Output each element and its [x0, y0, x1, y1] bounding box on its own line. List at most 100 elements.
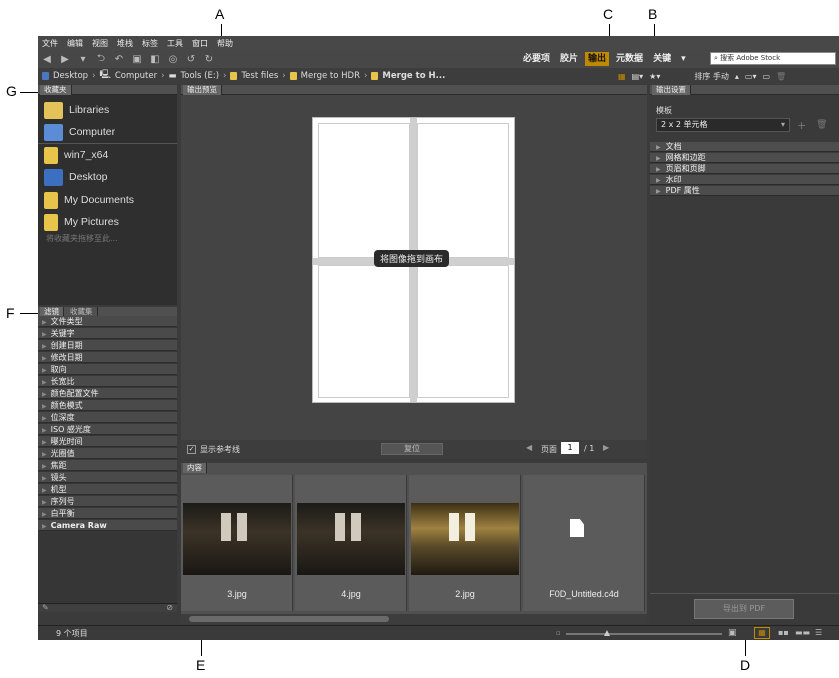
breadcrumb-tools[interactable]: Tools (E:)	[181, 71, 220, 81]
breadcrumb-desktop[interactable]: Desktop	[53, 71, 88, 81]
filter-row[interactable]: ▶ 光圈值	[38, 448, 177, 459]
filter-row[interactable]: ▶ 取向	[38, 364, 177, 375]
breadcrumb-computer[interactable]: Computer	[115, 71, 157, 81]
add-template-icon[interactable]: +	[797, 119, 806, 132]
delete-template-icon[interactable]: 🗑	[816, 120, 827, 130]
return-to-app-icon[interactable]: ↶	[110, 54, 128, 65]
list-view-icon[interactable]: ☰	[815, 628, 822, 637]
tab-output-preview[interactable]: 输出预览	[183, 85, 222, 95]
favorite-desktop[interactable]: Desktop	[44, 167, 108, 187]
favorite-libraries[interactable]: Libraries	[44, 100, 109, 120]
breadcrumb-merge-h[interactable]: Merge to H...	[382, 71, 445, 81]
sort-label[interactable]: 排序 手动	[694, 71, 729, 82]
menu-view[interactable]: 视图	[92, 38, 108, 49]
rating-filter-icon[interactable]: ★▾	[649, 72, 660, 81]
search-input[interactable]: ⌕ 搜索 Adobe Stock	[710, 52, 836, 65]
page-number-input[interactable]: 1	[561, 442, 579, 454]
menu-label[interactable]: 标签	[142, 38, 158, 49]
export-to-pdf-button[interactable]: 导出到 PDF	[694, 599, 794, 619]
go-parent-icon[interactable]: ⮌	[92, 51, 110, 68]
open-camera-raw-icon[interactable]: ◎	[164, 54, 182, 65]
grid-lock-icon[interactable]: ▦	[754, 627, 770, 639]
filter-row[interactable]: ▶ 颜色配置文件	[38, 388, 177, 399]
thumbnail-quality-icon[interactable]: ▦	[618, 72, 626, 81]
slider-knob[interactable]	[604, 630, 610, 636]
rotate-right-icon[interactable]: ↻	[200, 54, 218, 65]
workspace-metadata[interactable]: 元数据	[613, 52, 646, 66]
history-dropdown-icon[interactable]: ▾	[74, 54, 92, 65]
menu-tools[interactable]: 工具	[167, 38, 183, 49]
workspace-output[interactable]: 输出	[585, 52, 610, 66]
section-pdf-properties[interactable]: ▶ PDF 属性	[650, 186, 839, 196]
filter-row[interactable]: ▶ 焦距	[38, 460, 177, 471]
favorite-my-pictures[interactable]: My Pictures	[44, 212, 119, 232]
menu-edit[interactable]: 编辑	[67, 38, 83, 49]
thumbnail-item[interactable]: 4.jpg	[295, 475, 407, 611]
workspace-dropdown[interactable]: ▾	[678, 52, 689, 66]
filter-row[interactable]: ▶ Camera Raw	[38, 520, 177, 531]
tab-output-settings[interactable]: 输出设置	[652, 85, 691, 95]
pin-icon[interactable]: ✎	[42, 603, 49, 612]
back-icon[interactable]: ◀	[38, 54, 56, 65]
grid-cell[interactable]	[417, 265, 509, 398]
delete-icon[interactable]: 🗑	[776, 72, 786, 81]
section-document[interactable]: ▶ 文档	[650, 142, 839, 152]
show-guides-checkbox[interactable]: ✓	[187, 444, 196, 454]
forward-icon[interactable]: ▶	[56, 54, 74, 65]
open-recent-icon[interactable]: ▭▾	[745, 72, 757, 81]
thumbnail-item[interactable]: 2.jpg	[409, 475, 521, 611]
sort-direction-icon[interactable]: ▴	[735, 72, 739, 81]
filter-row[interactable]: ▶ 颜色模式	[38, 400, 177, 411]
breadcrumb-test-files[interactable]: Test files	[241, 71, 278, 81]
filter-row[interactable]: ▶ ISO 感光度	[38, 424, 177, 435]
workspace-filmstrip[interactable]: 胶片	[557, 52, 581, 66]
filter-row[interactable]: ▶ 修改日期	[38, 352, 177, 363]
filter-row[interactable]: ▶ 文件类型	[38, 316, 177, 327]
filter-row[interactable]: ▶ 序列号	[38, 496, 177, 507]
clear-filter-icon[interactable]: ⊘	[166, 603, 173, 612]
grid-cell[interactable]	[417, 123, 509, 258]
tab-content[interactable]: 内容	[183, 463, 207, 473]
rotate-left-icon[interactable]: ↺	[182, 54, 200, 65]
tab-favorites[interactable]: 收藏夹	[40, 85, 72, 95]
grid-cell[interactable]	[318, 265, 410, 398]
filter-row[interactable]: ▶ 镜头	[38, 472, 177, 483]
workspace-keywords[interactable]: 关键	[650, 52, 674, 66]
new-folder-icon[interactable]: ▭	[762, 72, 770, 81]
thumbnail-size-slider[interactable]	[566, 630, 722, 636]
section-header-footer[interactable]: ▶ 页眉和页脚	[650, 164, 839, 174]
filter-row[interactable]: ▶ 长宽比	[38, 376, 177, 387]
refine-icon[interactable]: ◧	[146, 54, 164, 65]
breadcrumb-merge-hdr[interactable]: Merge to HDR	[301, 71, 360, 81]
scrollbar-thumb[interactable]	[189, 616, 389, 622]
template-select[interactable]: 2 x 2 单元格 ▾	[656, 118, 790, 132]
next-page-icon[interactable]: ▶	[603, 443, 609, 452]
details-view-icon[interactable]: ▬▬	[795, 628, 810, 637]
filter-row[interactable]: ▶ 位深度	[38, 412, 177, 423]
menu-help[interactable]: 帮助	[217, 38, 233, 49]
thumbnail-item[interactable]: 3.jpg	[181, 475, 293, 611]
thumbnail-item[interactable]: F0D_Untitled.c4d	[523, 475, 645, 611]
zoom-in-icon[interactable]: ▣	[728, 628, 737, 638]
filter-row[interactable]: ▶ 关键字	[38, 328, 177, 339]
view-mode-icon[interactable]: ▤▾	[632, 72, 644, 81]
thumbnail-view-icon[interactable]: ▪▪	[778, 628, 789, 637]
filter-row[interactable]: ▶ 白平衡	[38, 508, 177, 519]
filter-row[interactable]: ▶ 曝光时间	[38, 436, 177, 447]
favorite-computer[interactable]: Computer	[44, 122, 115, 142]
filter-row[interactable]: ▶ 创建日期	[38, 340, 177, 351]
get-photos-icon[interactable]: ▣	[128, 54, 146, 65]
reset-button[interactable]: 复位	[381, 443, 443, 455]
menu-window[interactable]: 窗口	[192, 38, 208, 49]
favorite-my-documents[interactable]: My Documents	[44, 190, 134, 210]
menu-file[interactable]: 文件	[42, 38, 58, 49]
menu-stacks[interactable]: 堆栈	[117, 38, 133, 49]
filter-row[interactable]: ▶ 机型	[38, 484, 177, 495]
grid-cell[interactable]	[318, 123, 410, 258]
favorite-win7[interactable]: win7_x64	[44, 145, 108, 165]
section-layout[interactable]: ▶ 网格和边距	[650, 153, 839, 163]
section-watermark[interactable]: ▶ 水印	[650, 175, 839, 185]
previous-page-icon[interactable]: ◀	[526, 443, 532, 452]
workspace-essentials[interactable]: 必要项	[520, 52, 553, 66]
zoom-out-icon[interactable]: ▫	[556, 629, 561, 637]
